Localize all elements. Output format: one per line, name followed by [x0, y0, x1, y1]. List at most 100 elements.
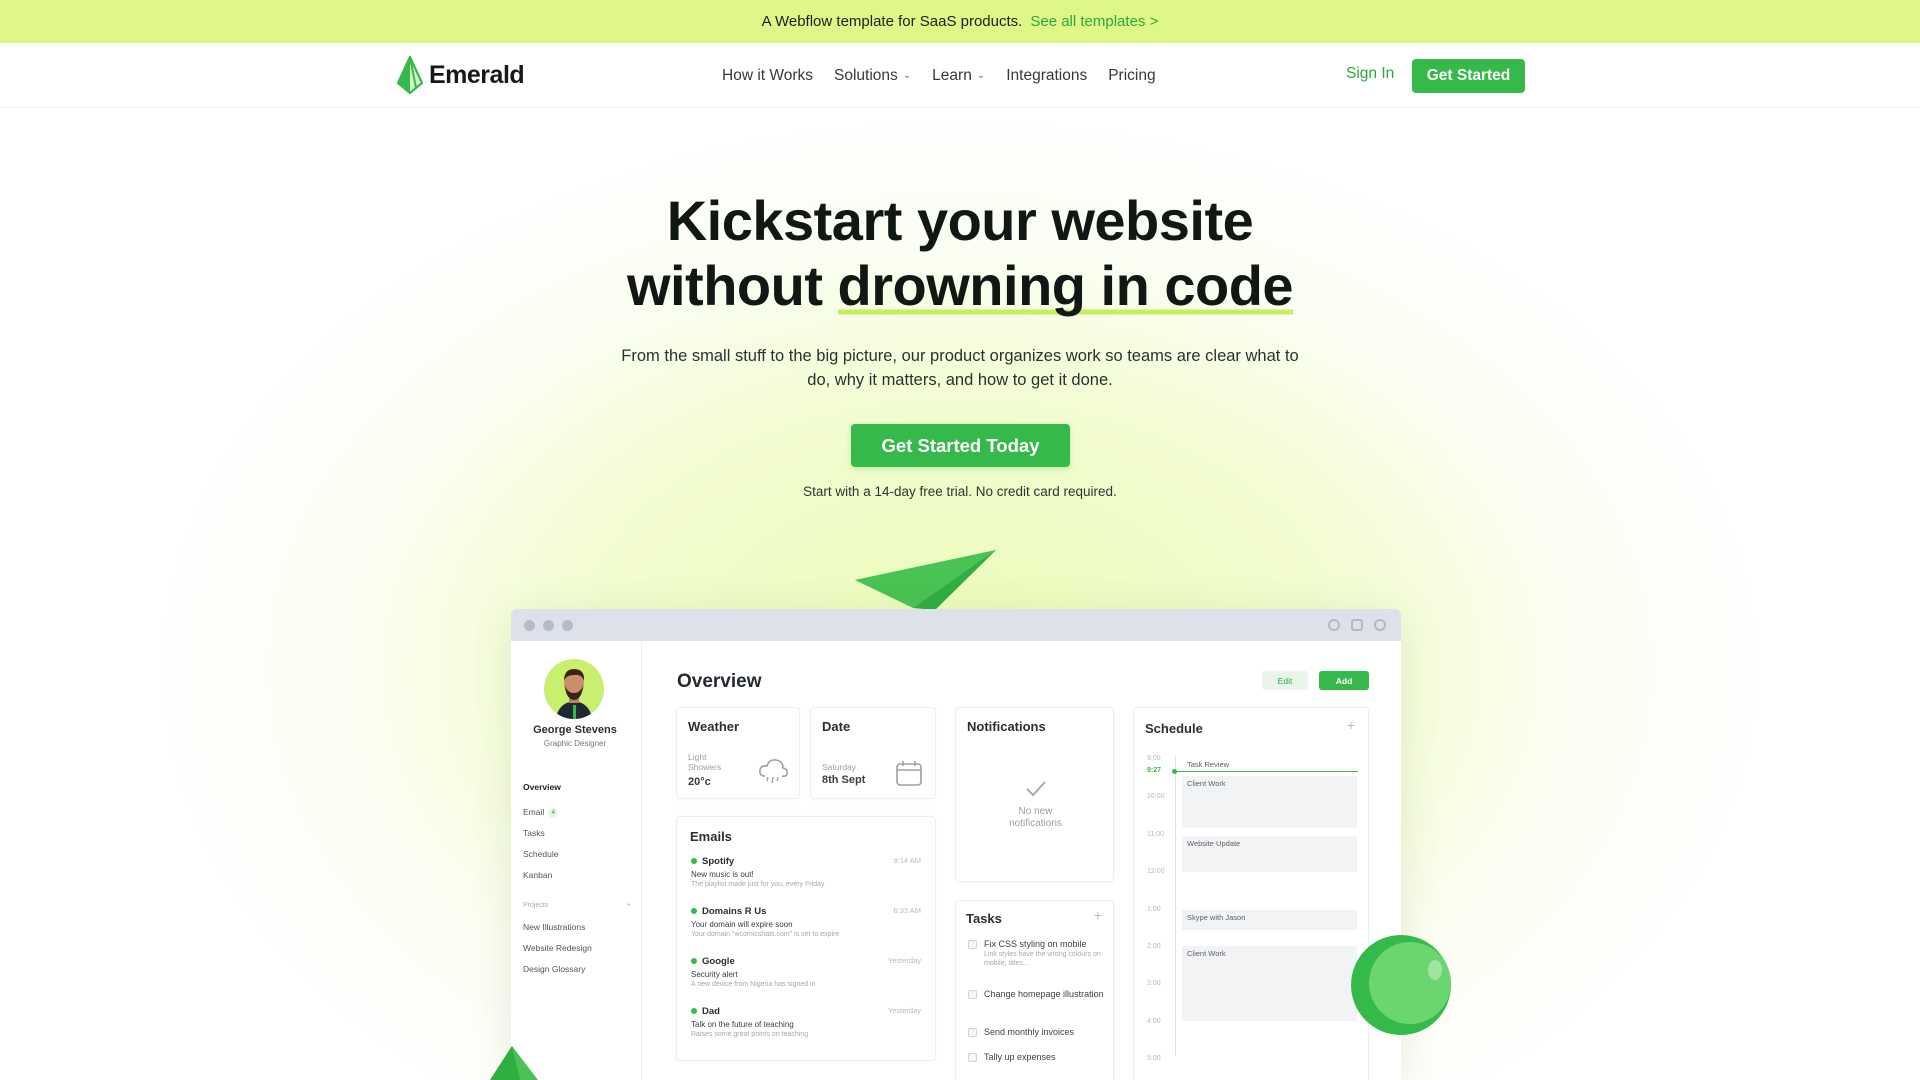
email-time: Yesterday	[887, 1006, 921, 1015]
task-checkbox[interactable]	[968, 1028, 977, 1037]
schedule-event[interactable]: Client Work	[1182, 776, 1357, 828]
nav-label: Solutions	[834, 66, 898, 84]
window-close-dot[interactable]	[524, 620, 535, 631]
nav-learn[interactable]: Learn ⌄	[932, 67, 985, 85]
paper-plane-illustration	[855, 550, 996, 610]
task-item[interactable]: Tally up expenses	[968, 1052, 1108, 1063]
schedule-event[interactable]: Client Work	[1182, 946, 1357, 1021]
logo-text: Emerald	[429, 60, 525, 89]
email-sender: Domains R Us	[691, 906, 921, 917]
hour-label: 10:00	[1147, 793, 1165, 800]
email-sender: Google	[691, 956, 921, 967]
current-time-line	[1173, 771, 1358, 772]
get-started-today-button[interactable]: Get Started Today	[851, 424, 1070, 467]
window-minimize-dot[interactable]	[543, 620, 554, 631]
email-item[interactable]: Dad Yesterday Talk on the future of teac…	[691, 1006, 921, 1038]
email-subject: Talk on the future of teaching	[691, 1020, 794, 1029]
schedule-card: Schedule + 9:00 9:27 10:00 11:00 12:00 1…	[1133, 707, 1369, 1080]
notifications-empty-line2: notifications	[1009, 818, 1062, 829]
sign-in-link[interactable]: Sign In	[1346, 65, 1394, 83]
current-time-dot	[1172, 769, 1177, 774]
nav-label: Learn	[932, 66, 972, 84]
email-item[interactable]: Google Yesterday Security alert A new de…	[691, 956, 921, 988]
hour-label: 11:00	[1147, 831, 1164, 838]
email-item[interactable]: Spotify 9:14 AM New music is out! The pl…	[691, 856, 921, 888]
add-task-icon[interactable]: +	[1094, 907, 1102, 923]
notifications-empty: No new notifications	[956, 806, 1115, 830]
gear-icon[interactable]	[1374, 619, 1386, 631]
task-checkbox[interactable]	[968, 990, 977, 999]
email-sender: Spotify	[691, 856, 921, 867]
tasks-title: Tasks	[966, 911, 1002, 926]
sidebar-item-overview[interactable]: Overview	[523, 782, 561, 792]
add-button[interactable]: Add	[1319, 671, 1369, 690]
email-time: 9:14 AM	[893, 856, 921, 865]
hero-title-underlined: drowning in code	[837, 254, 1294, 317]
task-checkbox[interactable]	[968, 1053, 977, 1062]
weather-title: Weather	[688, 719, 740, 734]
app-sidebar: George Stevens Graphic Designer Overview…	[511, 641, 642, 1080]
sidebar-project[interactable]: New Illustrations	[523, 922, 585, 932]
banner-text: A Webflow template for SaaS products.	[761, 13, 1023, 30]
chevron-down-icon: ⌄	[976, 70, 986, 81]
hour-label: 3:00	[1147, 980, 1161, 987]
weather-condition: Light Showers	[688, 752, 721, 772]
date-title: Date	[822, 719, 851, 734]
nav-integrations[interactable]: Integrations	[1006, 67, 1087, 85]
see-templates-link[interactable]: See all templates >	[1030, 13, 1158, 30]
bell-icon[interactable]	[1351, 619, 1363, 631]
user-name: George Stevens	[533, 724, 617, 736]
tasks-card: Tasks + Fix CSS styling on mobile Link s…	[955, 900, 1114, 1080]
notifications-empty-line1: No new	[1018, 806, 1053, 817]
window-maximize-dot[interactable]	[562, 620, 573, 631]
projects-label: Projects	[523, 902, 549, 909]
add-event-icon[interactable]: +	[1347, 717, 1355, 733]
get-started-button[interactable]: Get Started	[1412, 59, 1525, 93]
check-icon	[1026, 781, 1046, 797]
date-card: Date Saturday 8th Sept	[810, 707, 936, 799]
task-description: Link styles have the wrong colours on mo…	[984, 951, 1101, 967]
task-item[interactable]: Send monthly invoices	[968, 1027, 1108, 1038]
green-shard-illustration	[490, 1046, 538, 1080]
sidebar-project[interactable]: Website Redesign	[523, 943, 592, 953]
task-item[interactable]: Fix CSS styling on mobile Link styles ha…	[968, 939, 1108, 968]
date-day: Saturday	[822, 762, 857, 772]
hero-title-line2: without	[626, 254, 838, 317]
sidebar-item-email[interactable]: Email 4	[523, 807, 559, 818]
email-count-badge: 4	[548, 807, 559, 818]
task-title: Fix CSS styling on mobile	[984, 939, 1087, 949]
help-icon[interactable]	[1328, 619, 1340, 631]
nav-pricing[interactable]: Pricing	[1108, 67, 1155, 85]
user-avatar-illustration	[556, 669, 592, 719]
nav-solutions[interactable]: Solutions ⌄	[834, 67, 911, 85]
add-project-icon[interactable]: +	[627, 902, 631, 909]
schedule-event[interactable]: Website Update	[1182, 836, 1357, 872]
schedule-event[interactable]: Task Review	[1182, 758, 1357, 770]
chevron-down-icon: ⌄	[902, 70, 912, 81]
current-time-label: 9:27	[1147, 767, 1162, 774]
app-main: Overview Edit Add Weather Light Showers …	[642, 641, 1401, 1080]
hour-label: 4:00	[1147, 1018, 1161, 1025]
rain-cloud-icon	[759, 759, 788, 784]
email-preview: Raises some great points on teaching	[691, 1031, 809, 1038]
task-item[interactable]: Change homepage illustration	[968, 989, 1108, 1000]
sidebar-item-schedule[interactable]: Schedule	[523, 849, 558, 859]
avatar[interactable]	[544, 659, 604, 719]
email-preview: Your domain "wcomicshats.com" is set to …	[691, 931, 840, 938]
email-item[interactable]: Domains R Us 6:33 AM Your domain will ex…	[691, 906, 921, 938]
user-role: Graphic Designer	[543, 739, 607, 748]
edit-button[interactable]: Edit	[1262, 671, 1308, 690]
email-time: 6:33 AM	[893, 906, 921, 915]
sidebar-item-kanban[interactable]: Kanban	[523, 870, 552, 880]
task-checkbox[interactable]	[968, 940, 977, 949]
logo[interactable]: Emerald	[397, 56, 525, 94]
email-subject: Your domain will expire soon	[691, 920, 793, 929]
overview-title: Overview	[677, 671, 762, 692]
trial-note: Start with a 14-day free trial. No credi…	[803, 484, 1117, 499]
emails-title: Emails	[690, 829, 732, 844]
sidebar-project[interactable]: Design Glossary	[523, 964, 585, 974]
sidebar-item-tasks[interactable]: Tasks	[523, 828, 545, 838]
schedule-event[interactable]: Skype with Jason	[1182, 910, 1357, 930]
hour-label: 1:00	[1147, 906, 1161, 913]
nav-how-it-works[interactable]: How it Works	[722, 67, 813, 85]
